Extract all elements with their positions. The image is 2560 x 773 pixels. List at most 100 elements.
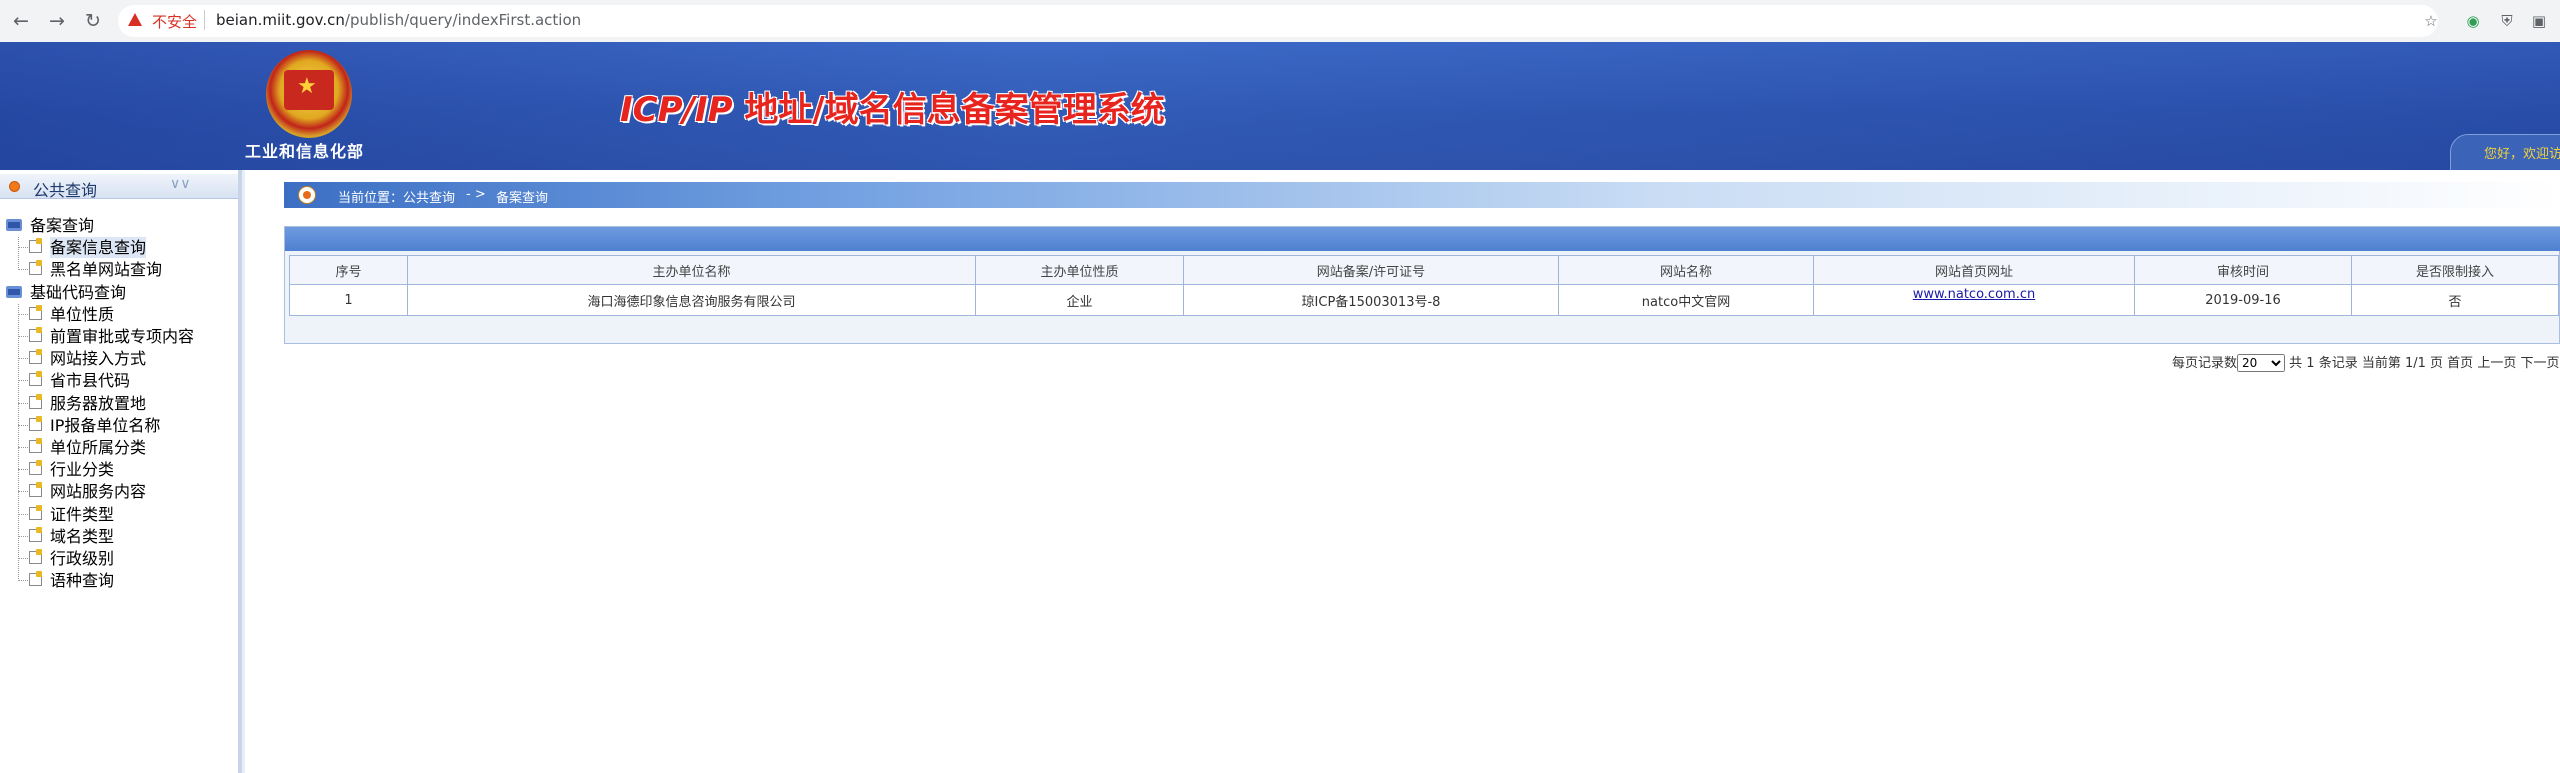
- site-header: ★ 工业和信息化部 ICP/IP 地址/域名信息备案管理系统 您好，欢迎访: [0, 42, 2560, 170]
- warning-icon: [128, 13, 142, 26]
- sidebar-item-label: 证件类型: [50, 504, 115, 524]
- system-title-prefix: ICP/IP: [620, 90, 733, 130]
- sidebar-item[interactable]: 前置审批或专项内容: [18, 326, 218, 347]
- sidebar-item[interactable]: 备案信息查询: [18, 237, 218, 259]
- forward-icon[interactable]: →: [46, 10, 68, 32]
- current-page: 当前第 1/1 页: [2361, 356, 2444, 371]
- next-page-link[interactable]: 下一页: [2520, 356, 2559, 371]
- homepage-link[interactable]: www.natco.com.cn: [1913, 287, 2035, 302]
- tree-connector: [18, 469, 28, 471]
- sidebar-item[interactable]: 单位性质: [18, 304, 218, 325]
- cell-license: 琼ICP备15003013号-8: [1183, 284, 1559, 316]
- breadcrumb: 当前位置：公共查询 - > 备案查询: [284, 182, 2560, 208]
- url-text[interactable]: beian.miit.gov.cn/publish/query/indexFir…: [216, 11, 581, 29]
- sidebar-item-label: 省市县代码: [50, 371, 131, 391]
- reload-icon[interactable]: ↻: [82, 10, 104, 32]
- first-page-link[interactable]: 首页: [2447, 356, 2473, 371]
- document-icon: [29, 371, 42, 387]
- per-page-label: 每页记录数: [2172, 356, 2238, 371]
- tree-connector: [18, 313, 28, 315]
- prev-page-link[interactable]: 上一页: [2477, 356, 2516, 371]
- sidebar-section-label: 公共查询: [33, 181, 98, 200]
- emblem-star-icon: ★: [297, 74, 317, 99]
- url-divider: [204, 10, 205, 30]
- tree-connector: [18, 358, 28, 360]
- document-icon: [29, 393, 42, 409]
- extension-icon[interactable]: ◉: [2464, 12, 2482, 30]
- sidebar-item-label: 行政级别: [50, 549, 115, 568]
- system-title-rest: 地址/域名信息备案管理系统: [732, 90, 1165, 130]
- table-header-row: 序号 主办单位名称 主办单位性质 网站备案/许可证号 网站名称 网站首页网址 审…: [289, 255, 2559, 285]
- per-page-select[interactable]: 20: [2237, 354, 2286, 372]
- folder-icon: [6, 219, 22, 231]
- system-title: ICP/IP 地址/域名信息备案管理系统: [620, 82, 1165, 131]
- tree-connector: [18, 513, 28, 515]
- document-icon: [29, 526, 42, 542]
- tree-connector: [18, 491, 28, 493]
- column-header: 是否限制接入: [2351, 255, 2559, 285]
- sidebar-group-label: 备案查询: [30, 216, 95, 235]
- sidebar-item[interactable]: 服务器放置地: [18, 393, 218, 414]
- sidebar-item-label: 备案信息查询: [50, 237, 147, 259]
- column-header: 主办单位名称: [407, 255, 976, 285]
- document-icon: [29, 571, 42, 587]
- tree-connector: [18, 447, 28, 448]
- document-icon: [29, 260, 42, 276]
- results-table: 序号 主办单位名称 主办单位性质 网站备案/许可证号 网站名称 网站首页网址 审…: [289, 255, 2559, 316]
- sidebar-item[interactable]: 域名类型: [18, 526, 218, 547]
- sidebar-item[interactable]: 行业分类: [18, 459, 218, 480]
- ministry-name: 工业和信息化部: [245, 142, 365, 161]
- sidebar-item[interactable]: 语种查询: [18, 570, 218, 591]
- column-header: 网站备案/许可证号: [1183, 255, 1559, 285]
- sidebar-group-label: 基础代码查询: [30, 282, 127, 302]
- column-header: 主办单位性质: [975, 255, 1184, 285]
- sidebar-item-label: 服务器放置地: [50, 393, 147, 413]
- tree-connector: [18, 380, 28, 382]
- tree-connector: [18, 580, 28, 582]
- sidebar-item-label: IP报备单位名称: [50, 415, 161, 435]
- sidebar-item[interactable]: 网站接入方式: [18, 348, 218, 369]
- url-host: beian.miit.gov.cn: [216, 11, 345, 29]
- greeting-text: 您好，欢迎访: [2484, 147, 2560, 162]
- tree-vertical-line: [18, 237, 19, 271]
- sidebar-item[interactable]: 网站服务内容: [18, 481, 218, 502]
- star-icon[interactable]: ☆: [2422, 12, 2440, 30]
- document-icon: [29, 438, 42, 453]
- sidebar-item-label: 网站服务内容: [50, 482, 147, 502]
- sidebar-splitter-shadow: [242, 170, 245, 773]
- tree-connector: [18, 336, 28, 337]
- sidebar-item[interactable]: 单位所属分类: [18, 437, 218, 458]
- collapse-chevron-icon[interactable]: ∨∨: [170, 176, 191, 192]
- sidebar-item[interactable]: 省市县代码: [18, 370, 218, 391]
- sidebar-item-label: 前置审批或专项内容: [50, 327, 195, 346]
- document-icon: [29, 460, 42, 476]
- extension-icon[interactable]: ▣: [2530, 12, 2548, 30]
- column-header: 审核时间: [2134, 255, 2352, 285]
- sidebar-group[interactable]: 基础代码查询: [0, 282, 238, 303]
- section-bullet-icon: [9, 181, 20, 192]
- sidebar-item[interactable]: 证件类型: [18, 504, 218, 525]
- security-label[interactable]: 不安全: [152, 11, 197, 32]
- sidebar-group[interactable]: 备案查询: [0, 215, 238, 236]
- document-icon: [29, 238, 42, 254]
- location-icon: [298, 186, 316, 204]
- back-icon[interactable]: ←: [10, 10, 32, 32]
- sidebar-item[interactable]: IP报备单位名称: [18, 415, 218, 436]
- sidebar-item[interactable]: 行政级别: [18, 548, 218, 569]
- sidebar-item[interactable]: 黑名单网站查询: [18, 259, 218, 280]
- sidebar-section-header[interactable]: 公共查询 ∨∨: [0, 174, 238, 200]
- breadcrumb-arrow: - >: [466, 187, 486, 202]
- total-records: 共 1 条记录: [2289, 356, 2358, 371]
- shield-icon[interactable]: ⛨: [2498, 12, 2516, 30]
- tree-connector: [18, 247, 28, 249]
- document-icon: [29, 327, 42, 342]
- folder-icon: [6, 285, 22, 298]
- cell-site-name: natco中文官网: [1558, 284, 1814, 316]
- cell-organizer-type: 企业: [975, 284, 1184, 316]
- results-panel-bar: [285, 227, 2560, 251]
- browser-toolbar: ← → ↻ 不安全 beian.miit.gov.cn/publish/quer…: [0, 0, 2560, 43]
- tree-connector: [18, 535, 28, 537]
- document-icon: [29, 415, 42, 431]
- sidebar-item-label: 语种查询: [50, 571, 115, 591]
- sidebar-item-label: 单位所属分类: [50, 438, 147, 457]
